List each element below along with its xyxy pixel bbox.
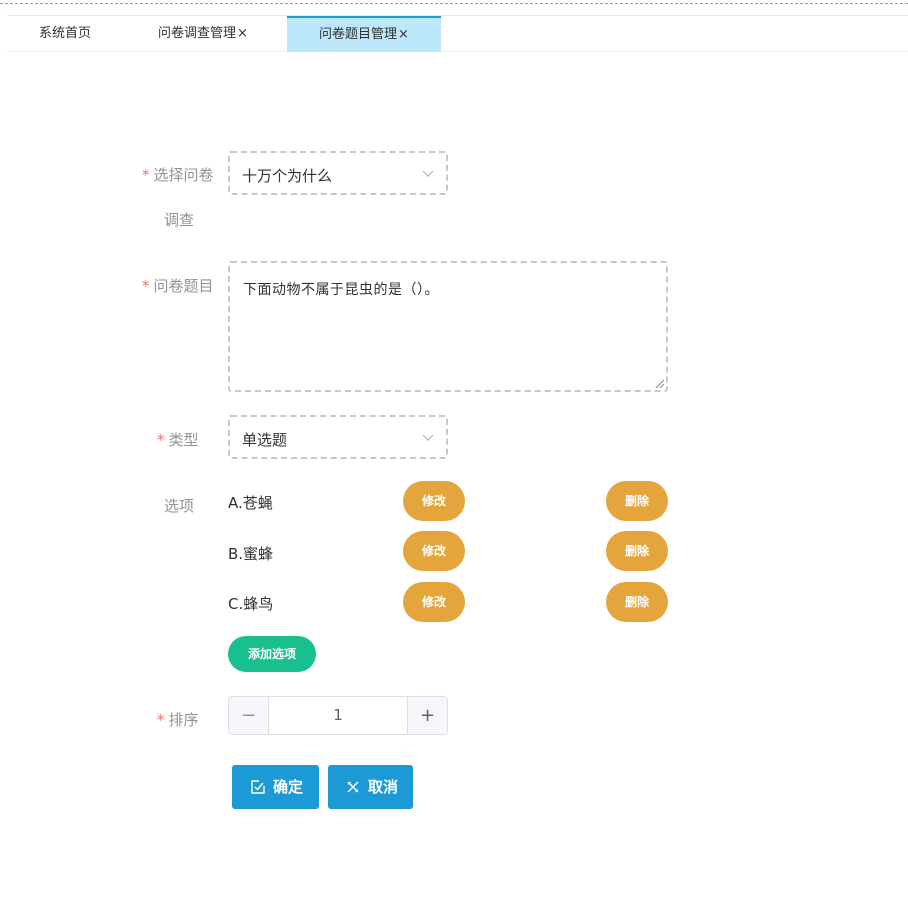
tab-bar: 系统首页 问卷调查管理× 问卷题目管理× bbox=[7, 15, 908, 52]
cancel-button-label: 取消 bbox=[368, 778, 399, 796]
add-option-button[interactable]: 添加选项 bbox=[228, 636, 316, 672]
question-textarea[interactable]: 下面动物不属于昆虫的是（）。 bbox=[228, 261, 668, 392]
close-icon bbox=[347, 781, 359, 793]
question-textarea-value: 下面动物不属于昆虫的是（）。 bbox=[243, 282, 439, 298]
survey-label-line2: 调查 bbox=[164, 211, 195, 229]
option-delete-button[interactable]: 删除 bbox=[606, 481, 668, 521]
question-label-text: 问卷题目 bbox=[153, 277, 214, 295]
cancel-button[interactable]: 取消 bbox=[328, 765, 413, 809]
tab-close-icon[interactable]: × bbox=[237, 26, 248, 41]
confirm-button[interactable]: 确定 bbox=[232, 765, 319, 809]
confirm-button-label: 确定 bbox=[273, 778, 304, 796]
required-mark: * bbox=[157, 711, 165, 729]
option-item-label: A.苍蝇 bbox=[228, 494, 273, 512]
option-edit-button[interactable]: 修改 bbox=[403, 481, 465, 521]
option-edit-button[interactable]: 修改 bbox=[403, 582, 465, 622]
top-divider bbox=[0, 3, 908, 4]
required-mark: * bbox=[142, 277, 150, 295]
tab-question-management-label: 问卷题目管理 bbox=[319, 27, 398, 42]
required-mark: * bbox=[142, 166, 150, 184]
option-item-label: B.蜜蜂 bbox=[228, 545, 274, 563]
survey-label-line1: 选择问卷 bbox=[153, 166, 214, 184]
option-delete-button[interactable]: 删除 bbox=[606, 531, 668, 571]
survey-label: * 选择问卷 bbox=[142, 164, 214, 185]
type-label: * 类型 bbox=[157, 429, 199, 450]
options-label: 选项 bbox=[164, 497, 195, 515]
chevron-down-icon bbox=[422, 434, 434, 441]
option-delete-button[interactable]: 删除 bbox=[606, 582, 668, 622]
tab-survey-management-label: 问卷调查管理 bbox=[158, 26, 237, 41]
chevron-down-icon bbox=[422, 170, 434, 177]
option-edit-button[interactable]: 修改 bbox=[403, 531, 465, 571]
question-label: * 问卷题目 bbox=[142, 275, 214, 296]
tab-home[interactable]: 系统首页 bbox=[39, 16, 91, 52]
sort-stepper: − 1 + bbox=[228, 696, 448, 735]
sort-input[interactable]: 1 bbox=[269, 697, 407, 734]
tab-survey-management[interactable]: 问卷调查管理× bbox=[158, 16, 248, 52]
type-select[interactable]: 单选题 bbox=[228, 415, 448, 459]
type-label-text: 类型 bbox=[168, 431, 199, 449]
option-item-label: C.蜂鸟 bbox=[228, 595, 274, 613]
tab-question-management[interactable]: 问卷题目管理× bbox=[287, 16, 441, 52]
decrement-button[interactable]: − bbox=[229, 697, 269, 734]
edit-check-icon bbox=[251, 780, 265, 794]
resize-handle-icon[interactable] bbox=[655, 379, 665, 389]
tab-home-label: 系统首页 bbox=[39, 26, 92, 41]
required-mark: * bbox=[157, 431, 165, 449]
sort-label-text: 排序 bbox=[168, 711, 199, 729]
survey-select-value: 十万个为什么 bbox=[242, 167, 333, 185]
survey-select[interactable]: 十万个为什么 bbox=[228, 151, 448, 195]
type-select-value: 单选题 bbox=[242, 431, 288, 449]
sort-label: * 排序 bbox=[157, 709, 199, 730]
tab-close-icon[interactable]: × bbox=[398, 27, 409, 42]
increment-button[interactable]: + bbox=[407, 697, 447, 734]
